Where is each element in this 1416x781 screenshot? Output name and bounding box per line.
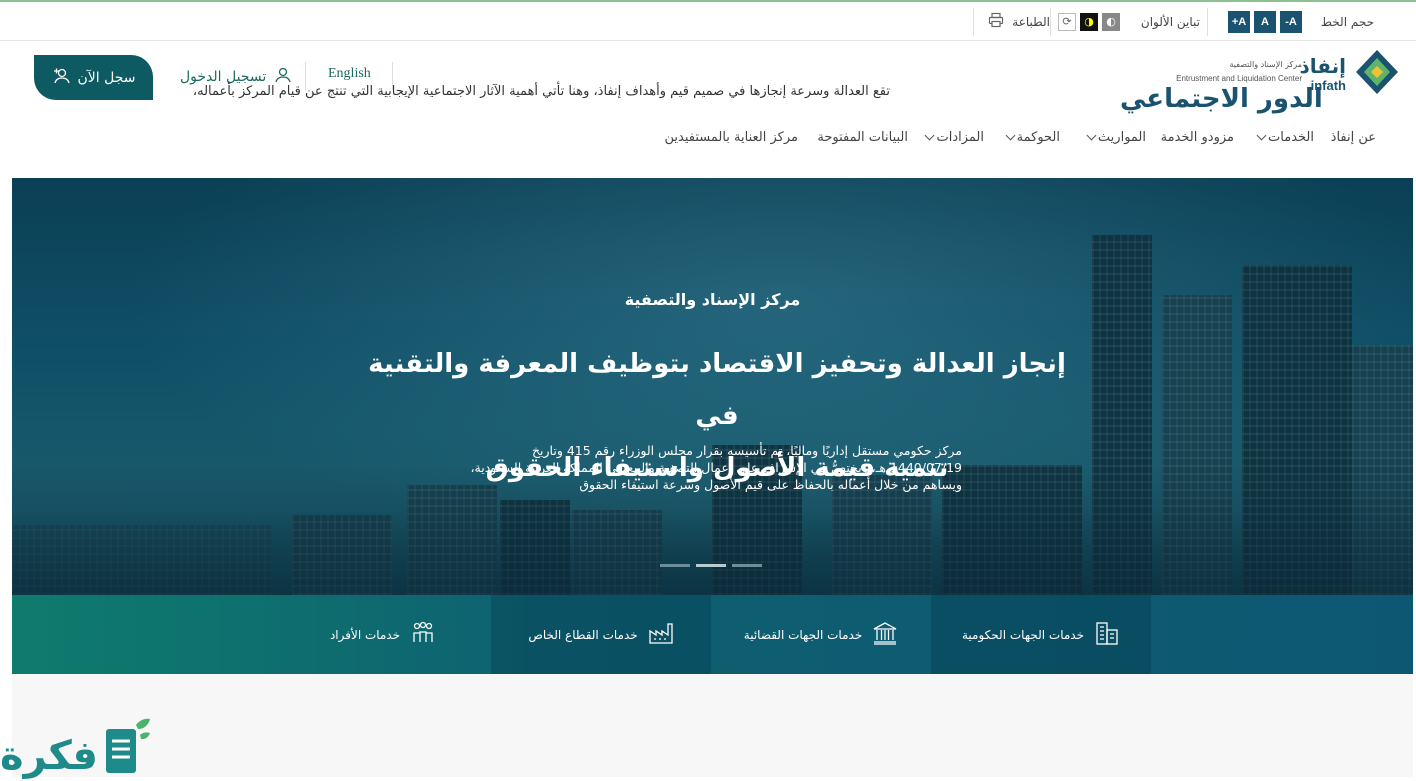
main-nav: عن إنفاذ الخدمات مزودو الخدمة المواريث ا… bbox=[0, 130, 1416, 152]
nav-item-beneficiary-care[interactable]: مركز العناية بالمستفيدين bbox=[665, 130, 799, 145]
watermark-notebook-icon bbox=[100, 715, 152, 781]
social-role-section bbox=[12, 674, 1413, 777]
chevron-down-icon bbox=[925, 130, 935, 141]
social-role-text: تقع العدالة وسرعة إنجازها في صميم قيم وأ… bbox=[192, 84, 890, 99]
font-size-controls: A- A A+ bbox=[1224, 2, 1302, 41]
hero-description: مركز حكومي مستقل إداريًا وماليًا، تم تأس… bbox=[470, 443, 963, 492]
logo-subtitle-ar: مركز الإسناد والتصفية bbox=[1229, 60, 1302, 69]
language-switch-link[interactable]: English bbox=[328, 66, 371, 82]
contrast-gray-button[interactable]: ◐ bbox=[1102, 12, 1120, 31]
contrast-dark-button[interactable]: ◑ bbox=[1080, 12, 1098, 31]
logo-name-ar: إنفاذ bbox=[1299, 54, 1346, 78]
font-increase-button[interactable]: A+ bbox=[1228, 10, 1250, 33]
hero-subtitle: مركز الإسناد والتصفية bbox=[624, 290, 801, 309]
factory-icon bbox=[648, 620, 674, 649]
contrast-label: تباين الألوان bbox=[1140, 14, 1200, 29]
slider-dots bbox=[660, 564, 762, 567]
nav-item-auctions[interactable]: المزادات bbox=[925, 130, 984, 145]
service-private-sector[interactable]: خدمات القطاع الخاص bbox=[491, 595, 711, 674]
slider-dot-active[interactable] bbox=[696, 564, 726, 567]
hero-banner: مركز الإسناد والتصفية إنجاز العدالة وتحف… bbox=[12, 178, 1413, 595]
courthouse-icon bbox=[872, 620, 898, 649]
nav-item-about[interactable]: عن إنفاذ bbox=[1331, 130, 1376, 145]
nav-item-services[interactable]: الخدمات bbox=[1256, 130, 1314, 145]
service-individuals[interactable]: خدمات الأفراد bbox=[273, 595, 493, 674]
font-reset-button[interactable]: A bbox=[1254, 10, 1276, 33]
chevron-down-icon bbox=[1256, 130, 1267, 141]
logo-mark-icon bbox=[1354, 48, 1400, 100]
register-button[interactable]: سجل الآن bbox=[34, 55, 153, 100]
service-government[interactable]: خدمات الجهات الحكومية bbox=[931, 595, 1151, 674]
printer-icon bbox=[988, 12, 1004, 31]
government-building-icon bbox=[1094, 620, 1120, 649]
social-role-heading: الدور الاجتماعي bbox=[1120, 84, 1323, 114]
font-decrease-button[interactable]: A- bbox=[1280, 10, 1302, 33]
slider-dot[interactable] bbox=[732, 564, 762, 567]
contrast-reset-icon[interactable]: ⟳ bbox=[1058, 12, 1076, 31]
service-judicial[interactable]: خدمات الجهات القضائية bbox=[711, 595, 931, 674]
logo-subtitle-en: Entrustment and Liquidation Center bbox=[1176, 74, 1302, 83]
add-user-icon bbox=[52, 67, 70, 89]
fikra-watermark: فكرة bbox=[0, 715, 160, 779]
chevron-down-icon bbox=[1005, 130, 1016, 141]
contrast-controls: ◐ ◑ ⟳ bbox=[1054, 2, 1120, 41]
font-size-label: حجم الخط bbox=[1320, 14, 1374, 29]
services-bar: خدمات الجهات الحكومية خدمات الجهات القضا… bbox=[12, 595, 1413, 674]
nav-item-open-data[interactable]: البيانات المفتوحة bbox=[817, 130, 908, 145]
nav-item-service-providers[interactable]: مزودو الخدمة bbox=[1161, 130, 1234, 145]
people-icon bbox=[410, 620, 436, 649]
watermark-text: فكرة bbox=[0, 733, 98, 779]
chevron-down-icon bbox=[1086, 130, 1097, 141]
print-button[interactable]: الطباعة bbox=[988, 2, 1050, 41]
slider-dot[interactable] bbox=[660, 564, 690, 567]
nav-item-inheritance[interactable]: المواريث bbox=[1086, 130, 1146, 145]
nav-item-governance[interactable]: الحوكمة bbox=[1005, 130, 1060, 145]
utility-bar: حجم الخط A- A A+ تباين الألوان ◐ ◑ ⟳ الط… bbox=[0, 2, 1416, 41]
